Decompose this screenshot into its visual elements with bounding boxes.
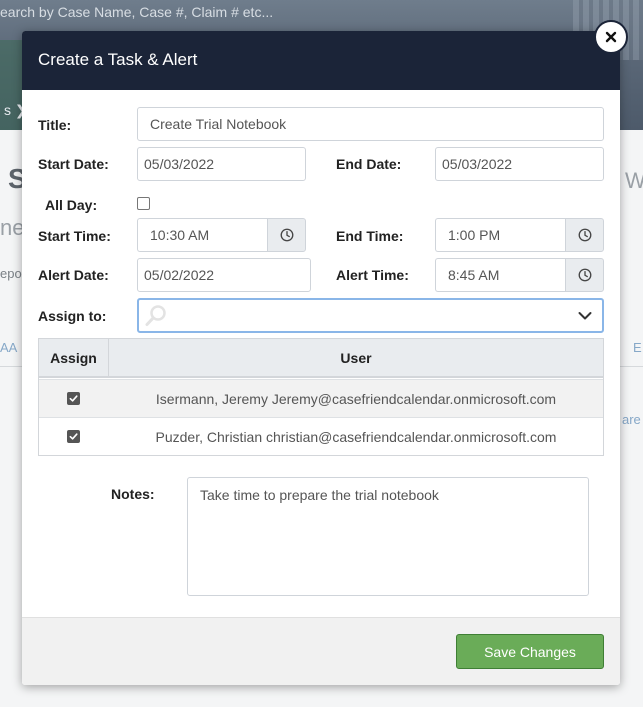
chevron-down-icon[interactable] bbox=[578, 310, 592, 322]
column-header-user: User bbox=[109, 339, 603, 378]
user-cell: Puzder, Christian christian@casefriendca… bbox=[155, 428, 557, 445]
notes-textarea[interactable]: Take time to prepare the trial notebook bbox=[187, 477, 589, 596]
start-time-input[interactable]: 10:30 AM bbox=[137, 218, 267, 252]
user-cell: Isermann, Jeremy Jeremy@casefriendcalend… bbox=[155, 390, 557, 407]
column-header-assign: Assign bbox=[39, 339, 109, 378]
alert-time-label: Alert Time: bbox=[336, 267, 409, 283]
close-modal-button[interactable] bbox=[594, 20, 628, 54]
check-icon bbox=[69, 395, 78, 402]
end-time-input[interactable]: 1:00 PM bbox=[435, 218, 565, 252]
background-fragment: AA bbox=[0, 340, 18, 355]
title-label: Title: bbox=[38, 117, 72, 133]
alert-time-input[interactable]: 8:45 AM bbox=[435, 258, 565, 292]
assign-to-label: Assign to: bbox=[38, 308, 107, 324]
check-icon bbox=[69, 433, 78, 440]
start-time-clock-button[interactable] bbox=[267, 218, 306, 252]
modal-title: Create a Task & Alert bbox=[38, 50, 198, 69]
assign-checkbox[interactable] bbox=[67, 392, 80, 405]
task-alert-modal: Create a Task & Alert Title: Create Tria… bbox=[22, 31, 620, 685]
end-time-label: End Time: bbox=[336, 228, 404, 244]
background-fragment: are bbox=[622, 412, 641, 427]
table-row: Isermann, Jeremy Jeremy@casefriendcalend… bbox=[39, 379, 603, 417]
alert-date-input[interactable]: 05/02/2022 bbox=[137, 258, 311, 292]
background-fragment: ne bbox=[0, 215, 25, 240]
search-icon bbox=[145, 305, 166, 326]
end-time-clock-button[interactable] bbox=[565, 218, 604, 252]
start-date-input[interactable]: 05/03/2022 bbox=[137, 147, 306, 181]
background-fragment: W bbox=[625, 168, 643, 193]
background-search-placeholder: earch by Case Name, Case #, Claim # etc.… bbox=[0, 4, 274, 20]
modal-header: Create a Task & Alert bbox=[22, 31, 620, 90]
close-icon bbox=[605, 31, 617, 43]
notes-label: Notes: bbox=[111, 486, 155, 502]
end-date-input[interactable]: 05/03/2022 bbox=[435, 147, 604, 181]
modal-footer: Save Changes bbox=[22, 617, 620, 685]
clock-icon bbox=[280, 228, 293, 242]
assigned-users-table: Assign User Isermann, Jeremy Jeremy@case… bbox=[38, 338, 604, 456]
clock-icon bbox=[578, 228, 591, 242]
end-date-label: End Date: bbox=[336, 156, 402, 172]
all-day-checkbox[interactable] bbox=[137, 197, 150, 210]
background-fragment: E bbox=[633, 340, 642, 355]
alert-time-clock-button[interactable] bbox=[565, 258, 604, 292]
save-changes-button[interactable]: Save Changes bbox=[456, 634, 604, 669]
assign-checkbox[interactable] bbox=[67, 430, 80, 443]
background-fragment: epo bbox=[0, 266, 22, 281]
start-time-label: Start Time: bbox=[38, 228, 111, 244]
alert-date-label: Alert Date: bbox=[38, 267, 109, 283]
table-row: Puzder, Christian christian@casefriendca… bbox=[39, 417, 603, 455]
start-date-label: Start Date: bbox=[38, 156, 109, 172]
title-input[interactable]: Create Trial Notebook bbox=[137, 107, 604, 141]
all-day-label: All Day: bbox=[45, 197, 98, 213]
assign-to-select[interactable] bbox=[137, 298, 604, 333]
clock-icon bbox=[578, 268, 591, 282]
